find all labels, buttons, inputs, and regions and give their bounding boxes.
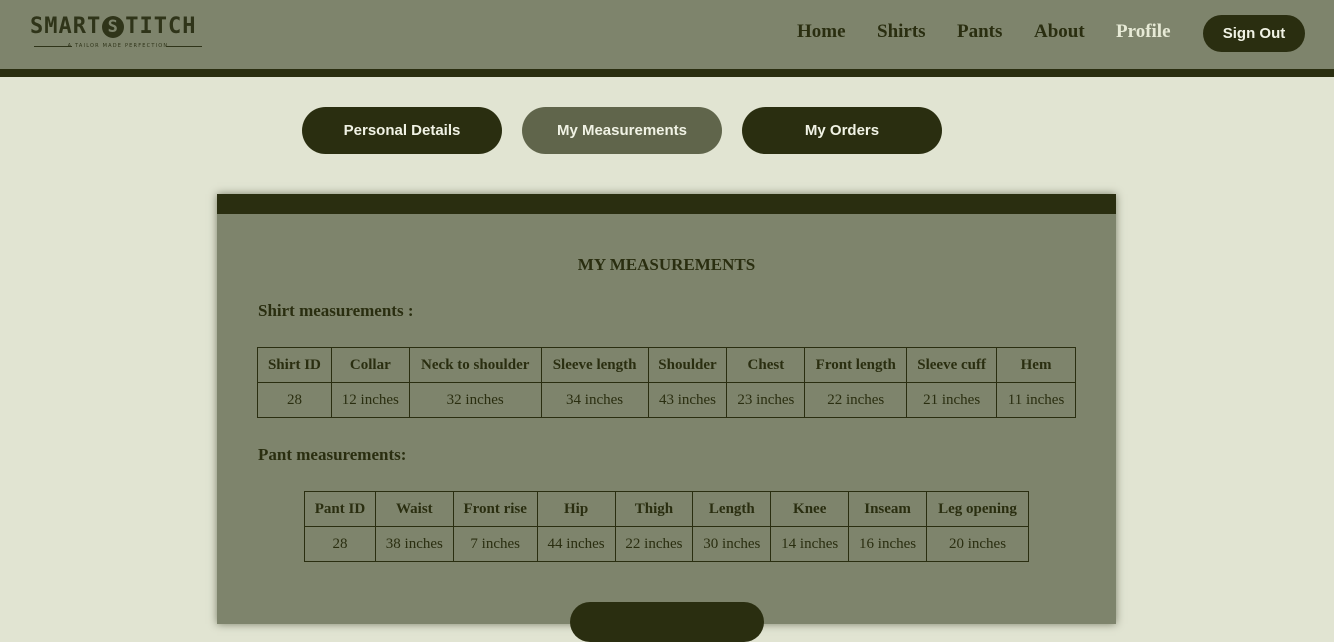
column-header: Thigh [614, 491, 694, 527]
table-cell: 12 inches [330, 382, 410, 418]
nav-pants[interactable]: Pants [957, 21, 1002, 43]
table-cell: 20 inches [926, 526, 1029, 562]
column-header: Hem [996, 347, 1076, 383]
column-header: Neck to shoulder [408, 347, 542, 383]
column-header: Length [692, 491, 772, 527]
table-cell: 28 [257, 382, 332, 418]
smartstitch-logo[interactable]: SMART S TITCH A TAILOR MADE PERFECTION [30, 14, 205, 54]
table-cell: 44 inches [536, 526, 616, 562]
table-header-row: Pant ID Waist Front rise Hip Thigh Lengt… [304, 491, 1029, 527]
table-cell: 30 inches [692, 526, 772, 562]
tab-my-measurements[interactable]: My Measurements [522, 107, 722, 154]
table-cell: 23 inches [726, 382, 806, 418]
table-cell: 28 [304, 526, 376, 562]
column-header: Chest [726, 347, 806, 383]
nav-shirts[interactable]: Shirts [877, 21, 926, 43]
measurements-card: MY MEASUREMENTS Shirt measurements : Shi… [217, 194, 1116, 642]
column-header: Sleeve length [540, 347, 649, 383]
logo-s-mark: S [102, 16, 125, 38]
table-cell: 32 inches [408, 382, 542, 418]
nav-home[interactable]: Home [797, 21, 846, 43]
logo-rule-right [166, 46, 202, 47]
table-cell: 7 inches [452, 526, 538, 562]
column-header: Front length [804, 347, 908, 383]
table-cell: 43 inches [647, 382, 728, 418]
table-row: 28 12 inches 32 inches 34 inches 43 inch… [257, 382, 1076, 418]
shirt-measurements-table: Shirt ID Collar Neck to shoulder Sleeve … [257, 347, 1076, 418]
table-row: 28 38 inches 7 inches 44 inches 22 inche… [304, 526, 1029, 562]
table-header-row: Shirt ID Collar Neck to shoulder Sleeve … [257, 347, 1076, 383]
logo-wordmark: SMART S TITCH [30, 14, 197, 39]
table-cell: 11 inches [996, 382, 1076, 418]
column-header: Front rise [452, 491, 538, 527]
column-header: Waist [374, 491, 454, 527]
table-cell: 16 inches [848, 526, 928, 562]
tab-personal-details[interactable]: Personal Details [302, 107, 502, 154]
nav-profile[interactable]: Profile [1116, 21, 1171, 43]
column-header: Pant ID [304, 491, 376, 527]
column-header: Hip [536, 491, 616, 527]
column-header: Leg opening [926, 491, 1029, 527]
table-cell: 38 inches [374, 526, 454, 562]
column-header: Collar [330, 347, 410, 383]
table-cell: 21 inches [906, 382, 998, 418]
page-title: MY MEASUREMENTS [577, 255, 756, 274]
card-action-button[interactable] [570, 602, 764, 642]
column-header: Inseam [848, 491, 928, 527]
shirt-section-label: Shirt measurements : [258, 301, 414, 320]
header-divider [0, 69, 1334, 77]
table-cell: 22 inches [614, 526, 694, 562]
pant-measurements-table: Pant ID Waist Front rise Hip Thigh Lengt… [304, 491, 1029, 562]
pant-section-label: Pant measurements: [258, 445, 407, 464]
column-header: Shoulder [647, 347, 728, 383]
column-header: Knee [770, 491, 850, 527]
tab-my-orders[interactable]: My Orders [742, 107, 942, 154]
sign-out-button[interactable]: Sign Out [1203, 15, 1305, 52]
table-cell: 14 inches [770, 526, 850, 562]
table-cell: 22 inches [804, 382, 908, 418]
table-cell: 34 inches [540, 382, 649, 418]
column-header: Shirt ID [257, 347, 332, 383]
top-header: SMART S TITCH A TAILOR MADE PERFECTION Hom… [0, 0, 1334, 69]
card-top-bar [217, 194, 1116, 214]
nav-about[interactable]: About [1034, 21, 1085, 43]
column-header: Sleeve cuff [906, 347, 998, 383]
